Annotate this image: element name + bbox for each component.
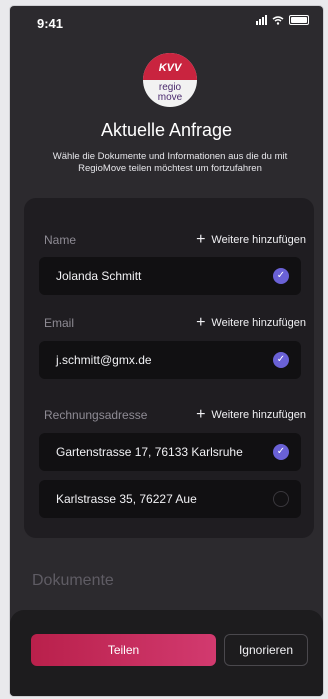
logo-kvv-text: KVV	[143, 53, 197, 80]
add-name-label: Weitere hinzufügen	[211, 234, 306, 246]
option-billing-2[interactable]: Karlstrasse 35, 76227 Aue	[39, 480, 301, 518]
ignore-button[interactable]: Ignorieren	[224, 634, 308, 666]
option-text: j.schmitt@gmx.de	[56, 353, 152, 367]
action-bar: Teilen Ignorieren	[10, 610, 323, 696]
option-email-1[interactable]: j.schmitt@gmx.de ✓	[39, 341, 301, 379]
status-time: 9:41	[37, 16, 64, 31]
status-bar: 9:41	[10, 6, 323, 42]
add-billing-label: Weitere hinzufügen	[211, 409, 306, 421]
wifi-icon	[272, 15, 284, 25]
signal-icon	[256, 15, 267, 25]
add-name-button[interactable]: + Weitere hinzufügen	[196, 231, 306, 248]
checkmark-icon: ✓	[273, 444, 289, 460]
plus-icon: +	[196, 314, 206, 331]
option-name-1[interactable]: Jolanda Schmitt ✓	[39, 257, 301, 295]
section-label-email: Email	[44, 316, 75, 330]
option-text: Jolanda Schmitt	[56, 269, 142, 283]
status-icons	[256, 15, 309, 25]
section-label-documents: Dokumente	[32, 572, 114, 589]
share-button[interactable]: Teilen	[31, 634, 216, 666]
checkmark-icon: ✓	[273, 268, 289, 284]
add-email-button[interactable]: + Weitere hinzufügen	[196, 314, 306, 331]
phone-screen: 9:41 KVV regio move Aktuelle Anfrage Wäh…	[10, 6, 323, 696]
logo-move: move	[157, 92, 183, 103]
option-text: Gartenstrasse 17, 76133 Karlsruhe	[56, 445, 243, 459]
info-card: Name + Weitere hinzufügen Jolanda Schmit…	[24, 198, 314, 538]
section-label-billing: Rechnungsadresse	[44, 408, 148, 422]
section-label-name: Name	[44, 233, 77, 247]
add-billing-button[interactable]: + Weitere hinzufügen	[196, 406, 306, 423]
app-logo: KVV regio move	[143, 53, 197, 107]
page-subtitle: Wähle die Dokumente und Informationen au…	[52, 151, 288, 174]
page-title: Aktuelle Anfrage	[100, 120, 233, 140]
plus-icon: +	[196, 406, 206, 423]
option-text: Karlstrasse 35, 76227 Aue	[56, 492, 197, 506]
add-email-label: Weitere hinzufügen	[211, 317, 306, 329]
unchecked-circle-icon	[273, 491, 289, 507]
option-billing-1[interactable]: Gartenstrasse 17, 76133 Karlsruhe ✓	[39, 433, 301, 471]
battery-icon	[289, 15, 309, 25]
plus-icon: +	[196, 231, 206, 248]
checkmark-icon: ✓	[273, 352, 289, 368]
logo-regiomove-text: regio move	[143, 80, 197, 107]
